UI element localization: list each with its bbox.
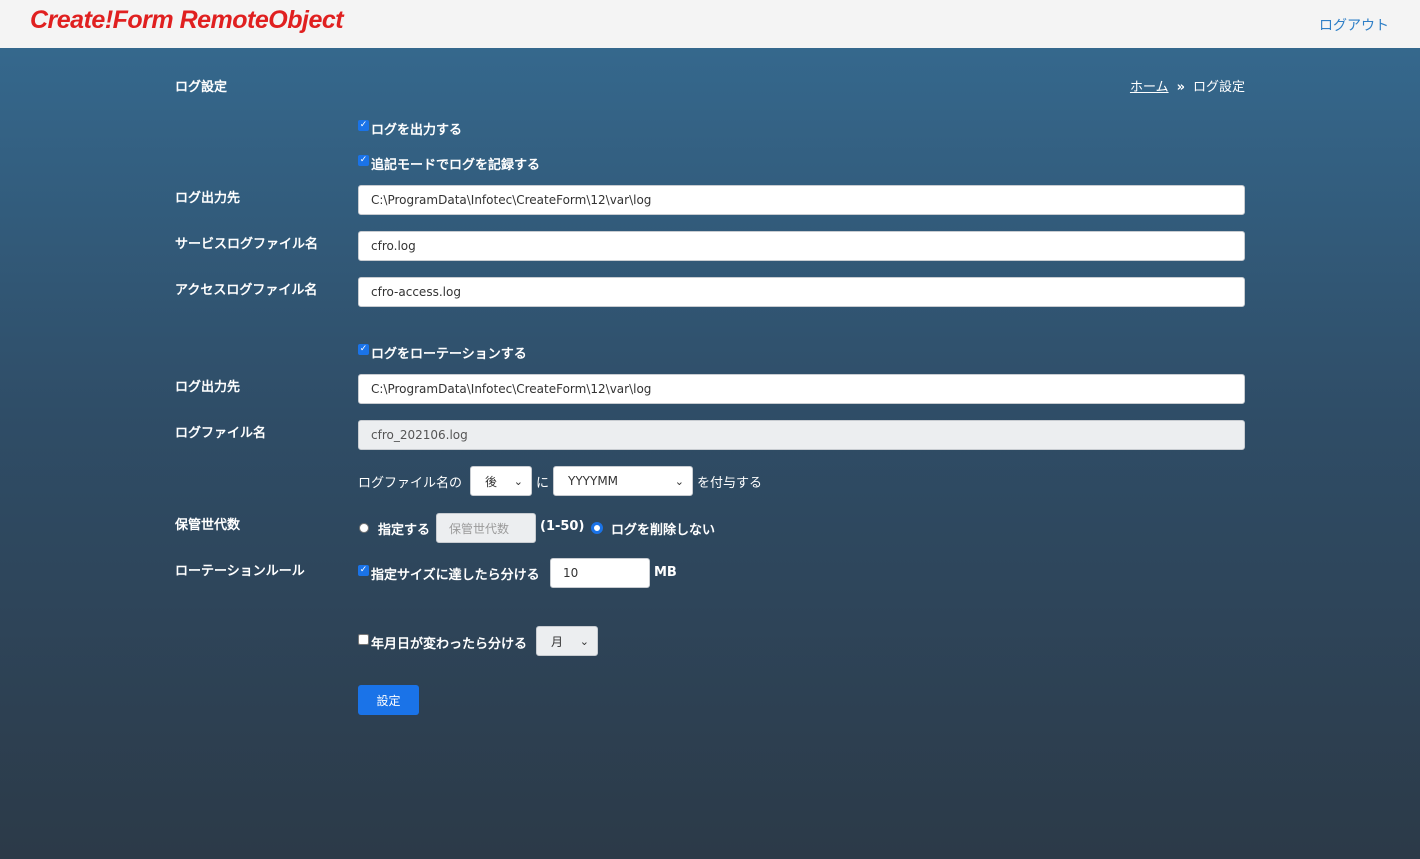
app-logo: Create!Form RemoteObject — [30, 6, 344, 34]
suffix-prefix-text: ログファイル名の — [358, 476, 463, 491]
generations-range-text: (1-50) — [540, 519, 585, 534]
service-log-input[interactable]: cfro.log — [358, 231, 1245, 261]
suffix-position-select[interactable]: 後 ⌄ — [470, 466, 532, 496]
suffix-format-select[interactable]: YYYYMM ⌄ — [553, 466, 693, 496]
breadcrumb-separator: » — [1176, 80, 1185, 95]
split-size-input[interactable]: 10 — [550, 558, 650, 588]
page-title: ログ設定 — [175, 80, 228, 95]
suffix-position-value: 後 — [485, 474, 498, 489]
top-bar: Create!Form RemoteObject ログアウト — [0, 0, 1420, 48]
rotate-dest-input[interactable]: C:\ProgramData\Infotec\CreateForm\12\var… — [358, 374, 1245, 404]
submit-button[interactable]: 設定 — [358, 685, 419, 715]
breadcrumb-current: ログ設定 — [1192, 80, 1245, 95]
suffix-format-value: YYYYMM — [568, 474, 619, 488]
checkbox-checked-icon[interactable] — [358, 565, 369, 576]
checkbox-checked-icon[interactable] — [358, 155, 369, 166]
rotate-label: ログをローテーションする — [371, 347, 527, 362]
breadcrumb-home-link[interactable]: ホーム — [1130, 80, 1169, 95]
main-content: ログ設定 ホーム » ログ設定 ログを出力する 追記モードでログを記録する ログ出力… — [0, 48, 1420, 859]
size-unit-text: MB — [654, 565, 677, 580]
generations-label: 保管世代数 — [175, 518, 241, 533]
append-mode-label: 追記モードでログを記録する — [371, 158, 541, 173]
rotate-filename-label: ログファイル名 — [175, 426, 267, 441]
radio-specify[interactable] — [359, 523, 369, 533]
rotate-checkbox[interactable]: ログをローテーションする — [358, 343, 527, 362]
chevron-down-icon: ⌄ — [674, 474, 684, 488]
checkbox-checked-icon[interactable] — [358, 120, 369, 131]
append-mode-checkbox[interactable]: 追記モードでログを記録する — [358, 154, 540, 173]
rotation-rule-label: ローテーションルール — [175, 564, 305, 579]
access-log-label: アクセスログファイル名 — [175, 283, 318, 298]
chevron-down-icon: ⌄ — [513, 474, 523, 488]
log-dest-label: ログ出力先 — [175, 191, 241, 206]
log-dest-input[interactable]: C:\ProgramData\Infotec\CreateForm\12\var… — [358, 185, 1245, 215]
suffix-mid-text: に — [536, 476, 550, 491]
chevron-down-icon: ⌄ — [579, 634, 589, 648]
radio-keep-logs[interactable] — [591, 522, 603, 534]
suffix-suffix-text: を付与する — [697, 476, 763, 491]
keep-logs-label: ログを削除しない — [611, 523, 716, 538]
generations-input[interactable]: 保管世代数 — [436, 513, 536, 543]
checkbox-unchecked-icon[interactable] — [358, 634, 369, 645]
enable-log-label: ログを出力する — [371, 123, 463, 138]
specify-label: 指定する — [378, 523, 431, 538]
breadcrumb: ホーム » ログ設定 — [1130, 76, 1245, 95]
split-by-size-label: 指定サイズに達したら分ける — [371, 568, 540, 583]
checkbox-checked-icon[interactable] — [358, 344, 369, 355]
date-period-value: 月 — [551, 634, 564, 649]
service-log-label: サービスログファイル名 — [175, 237, 319, 252]
access-log-input[interactable]: cfro-access.log — [358, 277, 1245, 307]
split-by-size-checkbox[interactable]: 指定サイズに達したら分ける — [358, 564, 540, 583]
enable-log-checkbox[interactable]: ログを出力する — [358, 119, 462, 138]
split-by-date-label: 年月日が変わったら分ける — [371, 637, 528, 652]
rotate-filename-input: cfro_202106.log — [358, 420, 1245, 450]
rotate-dest-label: ログ出力先 — [175, 380, 241, 395]
logout-link[interactable]: ログアウト — [1319, 15, 1389, 35]
split-by-date-checkbox[interactable]: 年月日が変わったら分ける — [358, 633, 527, 652]
date-period-select[interactable]: 月 ⌄ — [536, 626, 598, 656]
